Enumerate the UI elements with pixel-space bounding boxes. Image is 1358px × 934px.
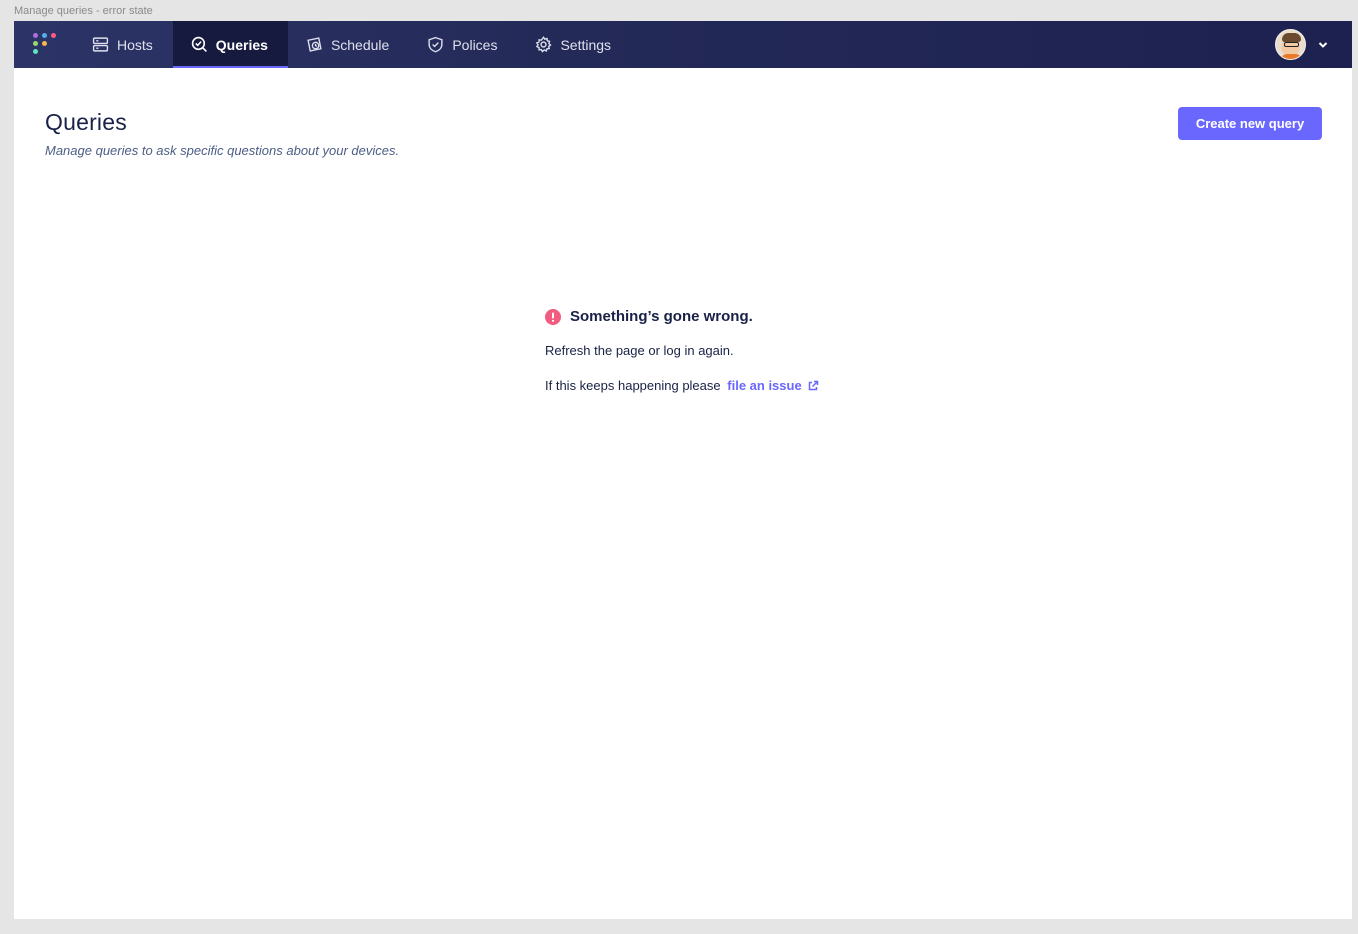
nav-label-policies: Polices — [452, 36, 498, 53]
nav-label-schedule: Schedule — [330, 36, 390, 53]
nav-item-policies[interactable]: Polices — [409, 21, 517, 68]
hosts-icon — [92, 37, 109, 52]
avatar[interactable] — [1275, 29, 1306, 60]
frame-label: Manage queries - error state — [14, 5, 153, 17]
error-message: Something’s gone wrong. Refresh the page… — [545, 308, 865, 393]
user-menu[interactable] — [1275, 21, 1352, 68]
file-an-issue-label: file an issue — [727, 378, 802, 393]
create-new-query-button[interactable]: Create new query — [1178, 107, 1322, 140]
file-an-issue-link[interactable]: file an issue — [727, 378, 818, 393]
page-subtitle: Manage queries to ask specific questions… — [45, 143, 400, 158]
queries-icon — [191, 36, 207, 52]
nav-label-settings: Settings — [560, 36, 612, 53]
error-issue-line: If this keeps happening please file an i… — [545, 378, 865, 393]
policies-icon — [428, 36, 443, 53]
error-issue-prefix: If this keeps happening please — [545, 378, 721, 393]
nav-label-hosts: Hosts — [117, 36, 153, 53]
nav-item-queries[interactable]: Queries — [172, 21, 289, 68]
top-navigation: Hosts Queries Schedule Polices Settings — [14, 21, 1352, 68]
nav-item-schedule[interactable]: Schedule — [288, 21, 409, 68]
error-heading-row: Something’s gone wrong. — [545, 308, 865, 325]
nav-item-settings[interactable]: Settings — [517, 21, 631, 68]
fleet-logo[interactable] — [14, 21, 74, 68]
error-heading: Something’s gone wrong. — [570, 308, 753, 325]
nav-item-hosts[interactable]: Hosts — [74, 21, 173, 68]
page-title: Queries — [45, 109, 127, 135]
settings-icon — [536, 36, 553, 53]
nav-label-queries: Queries — [215, 36, 268, 53]
schedule-icon — [307, 37, 322, 52]
page-header: Queries Manage queries to ask specific q… — [45, 109, 399, 158]
alert-icon — [545, 308, 561, 325]
app-frame: Hosts Queries Schedule Polices Settings … — [14, 21, 1352, 919]
error-refresh-text: Refresh the page or log in again. — [545, 343, 734, 358]
chevron-down-icon[interactable] — [1318, 40, 1328, 50]
external-link-icon — [808, 380, 818, 390]
